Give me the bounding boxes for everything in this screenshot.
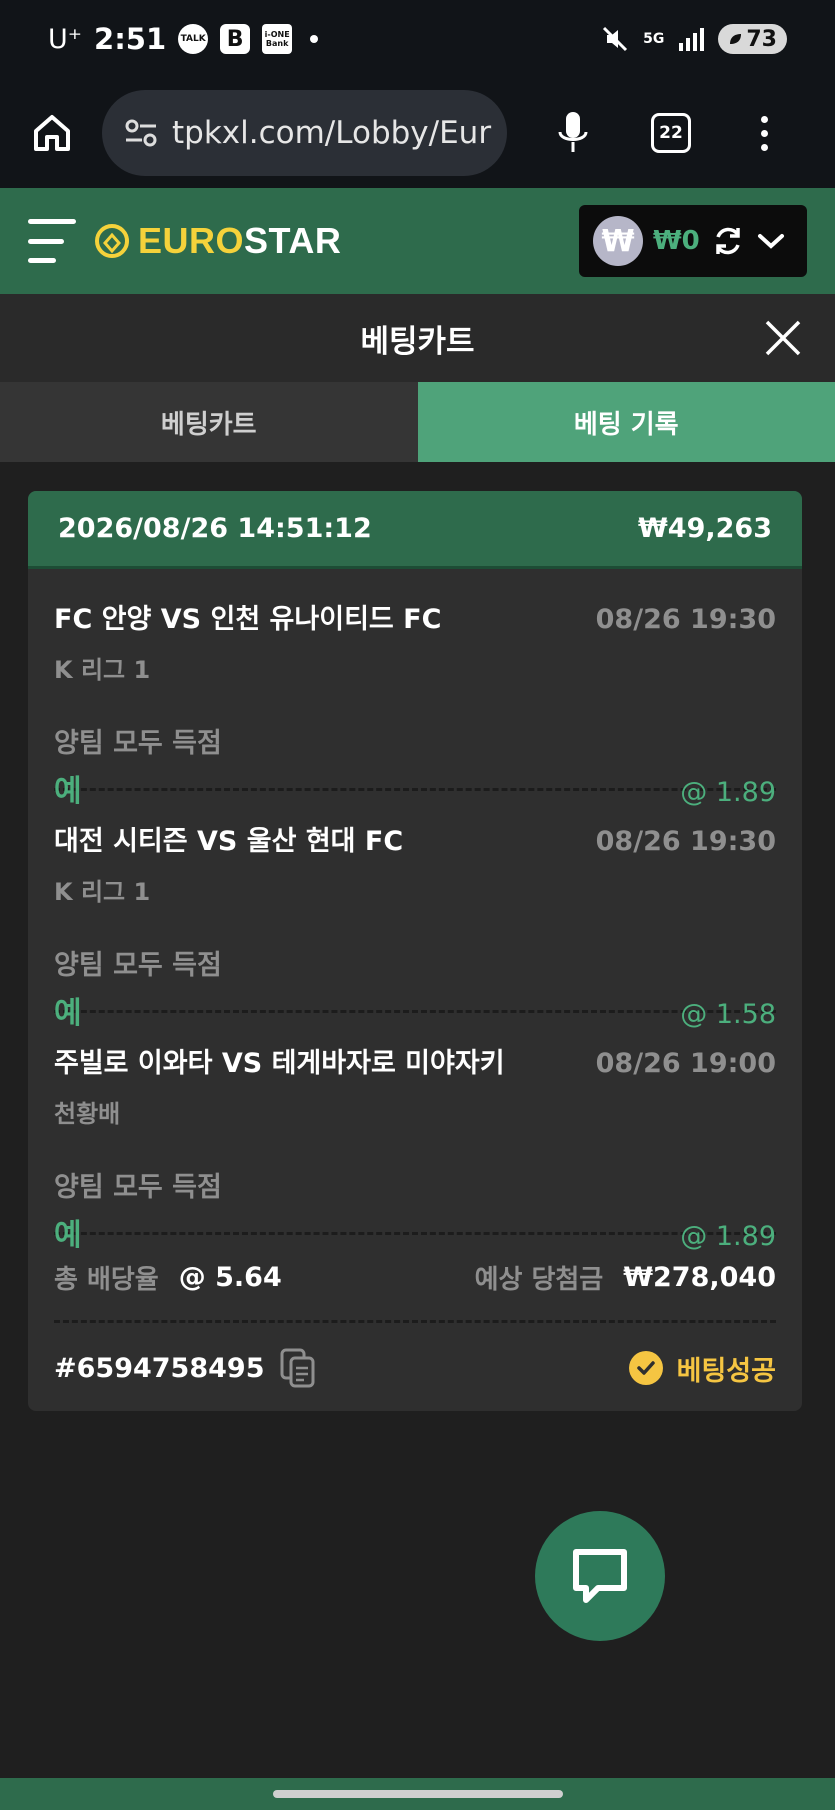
site-header: EUROSTAR ₩ ₩0 — [0, 188, 835, 294]
match-league: 천황배 — [54, 1100, 121, 1128]
tab-switcher-button[interactable]: 22 — [651, 113, 691, 153]
b-app-icon: B — [220, 24, 251, 54]
panel-title: 베팅카트 — [360, 323, 475, 360]
home-icon — [34, 115, 70, 151]
bet-pick: 예 — [54, 1218, 82, 1253]
match-teams: 주빌로 이와타 VS 테게바자로 미야자키 — [54, 1048, 505, 1079]
notification-dot-icon — [310, 35, 319, 43]
check-circle-icon — [628, 1351, 663, 1385]
bet-odds: @ 1.89 — [680, 1221, 776, 1252]
microphone-icon — [558, 112, 588, 152]
match-time: 08/26 19:00 — [595, 1048, 776, 1079]
logo-euro-text: EURO — [138, 220, 245, 261]
expected-win-value: ₩278,040 — [623, 1262, 776, 1293]
browser-home-button[interactable] — [24, 105, 80, 161]
live-chat-button[interactable] — [535, 1511, 665, 1641]
mute-icon — [603, 26, 628, 52]
bet-card-header: 2026/08/26 14:51:12 ₩49,263 — [28, 491, 802, 569]
bank-app-icon: i-ONE Bank — [262, 24, 293, 54]
wallet-balance: ₩0 — [653, 226, 700, 256]
bet-status-text: 베팅성공 — [676, 1355, 776, 1387]
bet-market: 양팀 모두 득점 — [54, 728, 222, 759]
system-navigation-bar — [0, 1778, 835, 1810]
refresh-icon[interactable] — [710, 223, 746, 259]
close-icon[interactable] — [761, 316, 805, 360]
copy-icon[interactable] — [279, 1347, 317, 1389]
bet-selection-item: FC 안양 VS 인천 유나이티드 FC 08/26 19:30 K 리그 1 … — [54, 569, 776, 809]
address-bar[interactable]: tpkxl.com/Lobby/Eur — [102, 90, 507, 176]
battery-indicator: 73 — [718, 24, 787, 54]
bet-history-card: 2026/08/26 14:51:12 ₩49,263 FC 안양 VS 인천 … — [28, 491, 802, 1411]
gesture-home-indicator[interactable] — [272, 1790, 563, 1798]
currency-icon: ₩ — [593, 216, 643, 266]
bet-selection-item: 주빌로 이와타 VS 테게바자로 미야자키 08/26 19:00 천황배 양팀… — [54, 1013, 776, 1253]
match-league: K 리그 1 — [54, 656, 151, 684]
match-time: 08/26 19:30 — [595, 826, 776, 857]
signal-icon — [679, 28, 705, 51]
carrier-label: U⁺ — [48, 23, 83, 55]
chevron-down-icon[interactable] — [756, 231, 786, 251]
bet-market: 양팀 모두 득점 — [54, 950, 222, 981]
hamburger-menu-icon[interactable] — [28, 219, 76, 263]
voice-search-button[interactable] — [545, 105, 601, 161]
battery-level: 73 — [746, 26, 777, 52]
tab-betting-cart[interactable]: 베팅카트 — [0, 382, 418, 462]
bet-market: 양팀 모두 득점 — [54, 1172, 222, 1203]
betting-cart-header: 베팅카트 — [0, 294, 835, 382]
site-logo[interactable]: EUROSTAR — [92, 220, 341, 262]
total-odds-label: 총 배당율 — [54, 1265, 159, 1295]
match-time: 08/26 19:30 — [595, 604, 776, 635]
network-label: 5G — [643, 31, 665, 47]
url-text: tpkxl.com/Lobby/Eur — [172, 115, 492, 151]
bet-status: 베팅성공 — [628, 1349, 776, 1388]
bet-card-footer: #6594758495 베팅성공 — [54, 1323, 776, 1411]
bet-stake: ₩49,263 — [638, 513, 772, 544]
kakaotalk-icon: TALK — [178, 24, 209, 54]
total-odds-value: @ 5.64 — [178, 1262, 282, 1293]
wallet-dropdown[interactable]: ₩ ₩0 — [579, 205, 807, 277]
panel-tabs: 베팅카트 베팅 기록 — [0, 382, 835, 462]
bet-selection-item: 대전 시티즌 VS 울산 현대 FC 08/26 19:30 K 리그 1 양팀… — [54, 791, 776, 1031]
ticket-id: #6594758495 — [54, 1352, 265, 1384]
match-teams: FC 안양 VS 인천 유나이티드 FC — [54, 604, 442, 635]
bet-datetime: 2026/08/26 14:51:12 — [58, 513, 372, 544]
chat-bubble-icon — [573, 1549, 627, 1603]
status-clock: 2:51 — [94, 22, 167, 56]
logo-q-icon — [95, 224, 129, 258]
match-league: K 리그 1 — [54, 878, 151, 906]
status-bar: U⁺ 2:51 TALK B i-ONE Bank 5G 73 — [0, 0, 835, 78]
logo-star-text: STAR — [244, 220, 342, 261]
leaf-icon — [730, 34, 742, 44]
tab-betting-history[interactable]: 베팅 기록 — [417, 382, 835, 462]
browser-toolbar: tpkxl.com/Lobby/Eur 22 — [0, 78, 835, 188]
expected-win-label: 예상 당첨금 — [474, 1265, 604, 1295]
match-teams: 대전 시티즌 VS 울산 현대 FC — [54, 826, 404, 857]
browser-menu-button[interactable] — [749, 105, 779, 161]
site-settings-icon — [125, 119, 157, 147]
